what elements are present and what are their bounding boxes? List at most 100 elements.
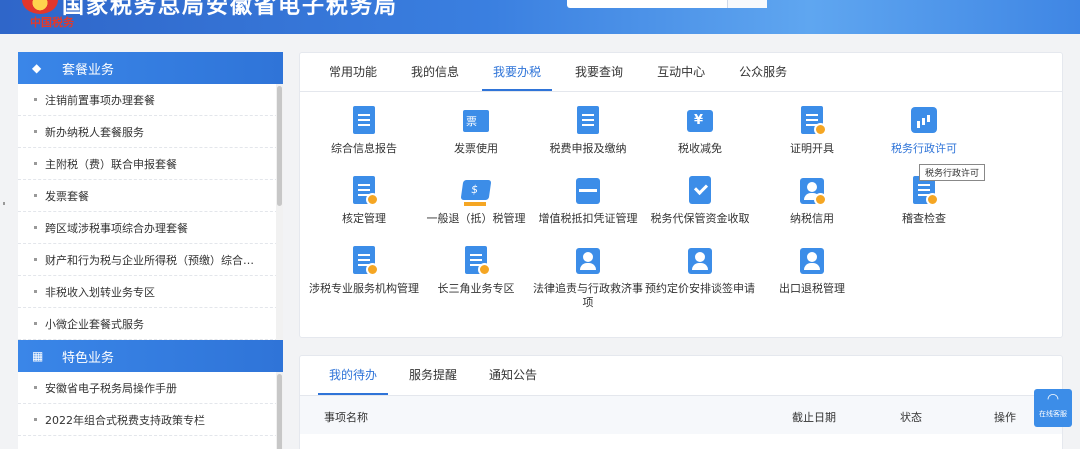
scrollbar-thumb[interactable] bbox=[277, 86, 282, 206]
col-deadline: 截止日期 bbox=[792, 411, 836, 424]
col-status: 状态 bbox=[900, 411, 922, 424]
menu-item-label: 主附税（费）联合申报套餐 bbox=[45, 157, 177, 171]
service-label: 综合信息报告 bbox=[331, 142, 397, 155]
service-item[interactable]: 涉税专业服务机构管理 bbox=[308, 246, 420, 296]
certificate-icon bbox=[798, 106, 827, 136]
voucher-icon bbox=[574, 176, 602, 206]
search-button[interactable] bbox=[727, 0, 767, 8]
service-item[interactable]: 长三角业务专区 bbox=[420, 246, 532, 296]
menu-item[interactable]: 主附税（费）联合申报套餐 bbox=[18, 148, 283, 180]
bullet-icon bbox=[34, 226, 37, 229]
menu-item-label: 注销前置事项办理套餐 bbox=[45, 93, 155, 107]
site-title: 国家税务总局安徽省电子税务局 bbox=[62, 0, 399, 19]
menu-item[interactable]: 跨区域涉税事项综合办理套餐 bbox=[18, 212, 283, 244]
service-label: 税务行政许可 bbox=[891, 142, 957, 155]
site-header: 国家税务总局安徽省电子税务局 中国税务 bbox=[0, 0, 1080, 34]
service-label: 一般退（抵）税管理 bbox=[426, 212, 526, 225]
tab-public-service[interactable]: 公众服务 bbox=[728, 53, 798, 91]
bullet-icon bbox=[34, 258, 37, 261]
menu-item-label: 2022年组合式税费支持政策专栏 bbox=[45, 413, 205, 427]
service-item[interactable]: 证明开具 bbox=[756, 106, 868, 156]
menu-item[interactable]: 注销前置事项办理套餐 bbox=[18, 84, 283, 116]
service-label: 税务代保管资金收取 bbox=[650, 212, 750, 225]
menu-item[interactable]: 非税收入划转业务专区 bbox=[18, 276, 283, 308]
bullet-icon bbox=[34, 98, 37, 101]
edge-marker bbox=[3, 202, 5, 205]
china-tax-mark: 中国税务 bbox=[30, 16, 74, 29]
refund-icon bbox=[460, 176, 492, 206]
service-item[interactable]: 税收减免 bbox=[644, 106, 756, 156]
service-item[interactable]: 预约定价安排谈签申请 bbox=[644, 246, 756, 296]
legal-relief-icon bbox=[574, 246, 602, 276]
service-item[interactable]: 稽查检查 bbox=[868, 176, 980, 226]
service-item[interactable]: 税务行政许可 bbox=[868, 106, 980, 156]
service-label: 法律追责与行政救济事项 bbox=[533, 282, 643, 309]
service-label: 税费申报及缴纳 bbox=[549, 142, 627, 155]
menu-item[interactable]: 发票套餐 bbox=[18, 180, 283, 212]
tab-common[interactable]: 常用功能 bbox=[318, 53, 388, 91]
service-label: 预约定价安排谈签申请 bbox=[645, 282, 755, 295]
section-header-package[interactable]: ◆ 套餐业务 bbox=[18, 52, 283, 84]
service-panel: 常用功能 我的信息 我要办税 我要查询 互动中心 公众服务 综合信息报告 发票使… bbox=[299, 52, 1063, 338]
bullet-icon bbox=[34, 386, 37, 389]
service-item[interactable]: 发票使用 bbox=[420, 106, 532, 156]
invoice-icon bbox=[462, 106, 490, 136]
service-item[interactable]: 纳税信用 bbox=[756, 176, 868, 226]
service-label: 核定管理 bbox=[342, 212, 386, 225]
service-item[interactable]: 税务代保管资金收取 bbox=[644, 176, 756, 226]
credit-user-icon bbox=[798, 176, 827, 206]
tax-emblem-icon bbox=[22, 0, 58, 14]
service-label: 纳税信用 bbox=[790, 212, 834, 225]
tab-tax-handling[interactable]: 我要办税 bbox=[482, 53, 553, 91]
tab-my-todo[interactable]: 我的待办 bbox=[318, 356, 389, 395]
menu-item-label: 新办纳税人套餐服务 bbox=[45, 125, 144, 139]
service-item[interactable]: 出口退税管理 bbox=[756, 246, 868, 296]
search-input[interactable] bbox=[567, 0, 727, 8]
todo-tabs: 我的待办 服务提醒 通知公告 bbox=[300, 356, 1062, 396]
menu-item[interactable]: 安徽省电子税务局操作手册 bbox=[18, 372, 283, 404]
assessment-icon bbox=[350, 176, 379, 206]
service-label: 税收减免 bbox=[678, 142, 722, 155]
menu-item-label: 安徽省电子税务局操作手册 bbox=[45, 381, 177, 395]
bullet-icon bbox=[34, 130, 37, 133]
service-label: 长三角业务专区 bbox=[437, 282, 515, 295]
service-label: 证明开具 bbox=[790, 142, 834, 155]
col-action: 操作 bbox=[994, 411, 1016, 424]
document-icon bbox=[350, 106, 378, 136]
license-chart-icon bbox=[910, 106, 938, 136]
service-label: 出口退税管理 bbox=[779, 282, 845, 295]
menu-item[interactable]: 小微企业套餐式服务 bbox=[18, 308, 283, 340]
tooltip: 税务行政许可 bbox=[919, 164, 986, 181]
section-title: 套餐业务 bbox=[62, 62, 115, 78]
bullet-icon bbox=[34, 322, 37, 325]
menu-item-label: 财产和行为税与企业所得税（预缴）综合… bbox=[45, 253, 254, 267]
tab-service-reminder[interactable]: 服务提醒 bbox=[398, 356, 468, 395]
menu-item-label: 非税收入划转业务专区 bbox=[45, 285, 155, 299]
service-label: 涉税专业服务机构管理 bbox=[309, 282, 419, 295]
service-item[interactable]: 增值税抵扣凭证管理 bbox=[532, 176, 644, 226]
tab-notice[interactable]: 通知公告 bbox=[478, 356, 548, 395]
service-item[interactable]: 综合信息报告 bbox=[308, 106, 420, 156]
service-item[interactable]: 法律追责与行政救济事项 bbox=[532, 246, 644, 310]
bullet-icon bbox=[34, 290, 37, 293]
menu-item[interactable]: 财产和行为税与企业所得税（预缴）综合… bbox=[18, 244, 283, 276]
service-item[interactable]: 一般退（抵）税管理 bbox=[420, 176, 532, 226]
section-header-featured[interactable]: ▦ 特色业务 bbox=[18, 340, 283, 372]
service-item[interactable]: 核定管理 bbox=[308, 176, 420, 226]
pricing-appointment-icon bbox=[686, 246, 714, 276]
tab-query[interactable]: 我要查询 bbox=[564, 53, 634, 91]
grid-icon: ▦ bbox=[32, 349, 44, 363]
col-name: 事项名称 bbox=[324, 411, 368, 424]
bullet-icon bbox=[34, 162, 37, 165]
scrollbar-thumb[interactable] bbox=[277, 374, 282, 449]
online-service-button[interactable]: ◠ 在线客服 bbox=[1034, 389, 1072, 427]
tab-interaction[interactable]: 互动中心 bbox=[646, 53, 716, 91]
menu-item[interactable]: 2022年组合式税费支持政策专栏 bbox=[18, 404, 283, 436]
menu-item[interactable]: 新办纳税人套餐服务 bbox=[18, 116, 283, 148]
service-item[interactable]: 税费申报及缴纳 bbox=[532, 106, 644, 156]
todo-panel: 我的待办 服务提醒 通知公告 事项名称 截止日期 状态 操作 bbox=[299, 355, 1063, 449]
export-refund-icon bbox=[798, 246, 826, 276]
declaration-icon bbox=[574, 106, 602, 136]
service-tabs: 常用功能 我的信息 我要办税 我要查询 互动中心 公众服务 bbox=[300, 53, 1062, 92]
tab-my-info[interactable]: 我的信息 bbox=[400, 53, 470, 91]
